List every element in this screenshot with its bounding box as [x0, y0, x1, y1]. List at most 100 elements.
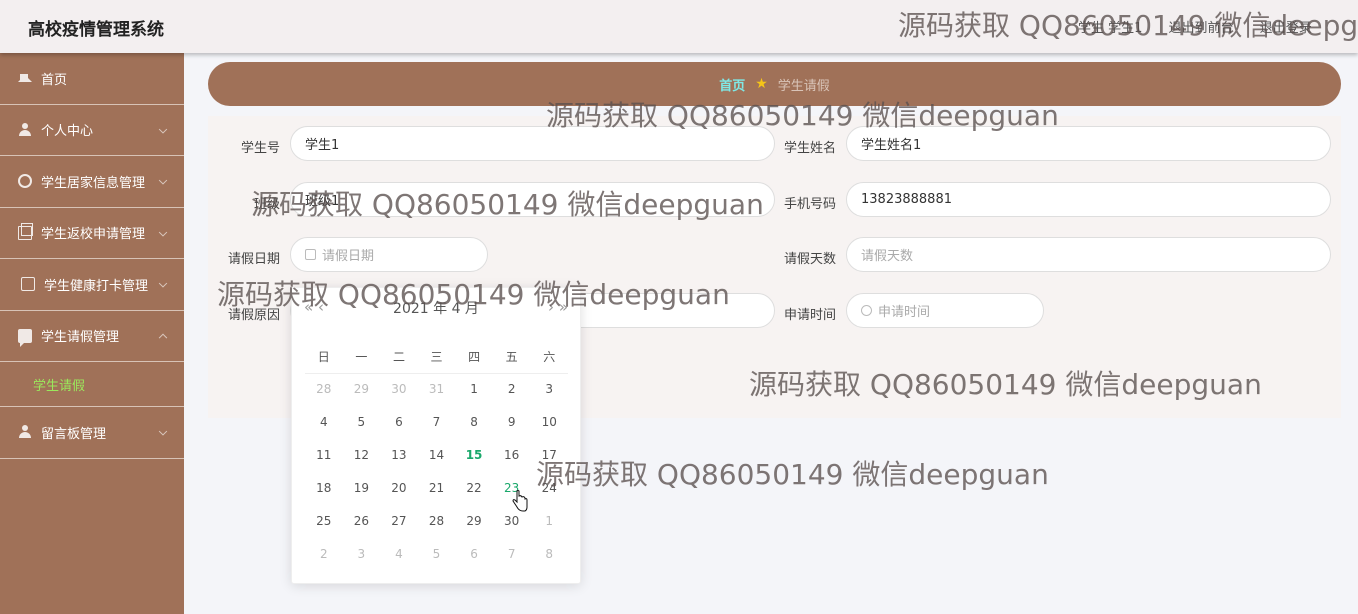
day-cell[interactable]: 1 — [530, 512, 568, 545]
day-cell[interactable]: 3 — [343, 545, 381, 578]
date-picker-title: 2021 年 4 月 — [393, 301, 479, 317]
logout-link[interactable]: 退出登录 — [1260, 21, 1312, 36]
day-cell[interactable]: 28 — [305, 380, 343, 413]
chevron-up-icon — [158, 333, 168, 342]
hand-cursor-icon — [512, 490, 528, 512]
day-cell[interactable]: 16 — [493, 446, 531, 479]
weekday-label: 二 — [392, 350, 405, 364]
breadcrumb-home[interactable]: 首页 — [719, 75, 745, 94]
user-icon — [18, 122, 32, 137]
breadcrumb-current: 学生请假 — [777, 78, 830, 94]
sidebar-item-label: 学生居家信息管理 — [41, 175, 146, 191]
day-cell[interactable]: 19 — [343, 479, 381, 512]
apply-time-placeholder: 申请时间 — [878, 305, 931, 320]
day-cell[interactable]: 8 — [530, 545, 568, 578]
day-cell[interactable]: 6 — [380, 413, 418, 446]
day-cell[interactable]: 18 — [305, 479, 343, 512]
day-cell[interactable]: 25 — [305, 512, 343, 545]
day-cell[interactable]: 29 — [455, 512, 493, 545]
student-no-input[interactable]: 学生1 — [290, 126, 775, 161]
day-cell-today[interactable]: 15 — [455, 446, 493, 479]
sidebar-item-message-board[interactable]: 留言板管理 — [0, 407, 184, 459]
chevron-down-icon — [158, 176, 168, 185]
sidebar-subitem-student-leave[interactable]: 学生请假 — [0, 362, 184, 407]
sidebar-item-home[interactable]: 首页 — [0, 53, 184, 105]
day-cell[interactable]: 1 — [455, 380, 493, 413]
day-grid: 28 29 30 31 1 2 3 4 5 6 7 8 9 10 11 12 13 14 15 16 17 18 19 20 2… — [305, 380, 568, 578]
phone-input[interactable]: 13823888881 — [846, 182, 1331, 217]
apply-time-input[interactable]: 申请时间 — [846, 293, 1044, 328]
day-cell[interactable]: 12 — [343, 446, 381, 479]
home-icon — [18, 68, 32, 83]
breadcrumb: 首页 ★ 学生请假 — [208, 62, 1341, 106]
star-icon: ★ — [755, 76, 768, 92]
sidebar-item-label: 学生请假管理 — [41, 330, 120, 346]
day-cell[interactable]: 10 — [530, 413, 568, 446]
day-cell[interactable]: 26 — [343, 512, 381, 545]
app-title: 高校疫情管理系统 — [28, 20, 164, 40]
day-cell[interactable]: 5 — [418, 545, 456, 578]
day-cell[interactable]: 7 — [418, 413, 456, 446]
sidebar-item-personal[interactable]: 个人中心 — [0, 105, 184, 156]
chevron-down-icon — [158, 279, 168, 288]
day-cell[interactable]: 20 — [380, 479, 418, 512]
weekday-label: 六 — [543, 350, 556, 364]
date-picker: « ‹ 2021 年 4 月 › » 日一二三四五六 28 29 30 31 1 2 3 4 5… — [291, 287, 581, 584]
sidebar-item-leave[interactable]: 学生请假管理 — [0, 311, 184, 362]
ring-icon — [18, 174, 32, 189]
sidebar-item-return-apply[interactable]: 学生返校申请管理 — [0, 208, 184, 259]
sidebar-item-label: 学生返校申请管理 — [41, 227, 146, 243]
date-picker-header: « ‹ 2021 年 4 月 › » — [292, 298, 580, 320]
chevron-down-icon — [158, 124, 168, 134]
front-link[interactable]: 退出到前台 — [1169, 21, 1234, 36]
next-month-year-button[interactable]: › » — [548, 298, 568, 316]
phone-icon — [21, 277, 35, 292]
day-cell[interactable]: 24 — [530, 479, 568, 512]
leave-days-label: 请假天数 — [783, 252, 836, 267]
leave-reason-label: 请假原因 — [227, 308, 280, 323]
day-cell[interactable]: 30 — [380, 380, 418, 413]
day-cell[interactable]: 31 — [418, 380, 456, 413]
sidebar-item-health-checkin[interactable]: 学生健康打卡管理 — [0, 259, 184, 311]
day-cell[interactable]: 30 — [493, 512, 531, 545]
day-cell[interactable]: 22 — [455, 479, 493, 512]
sidebar-item-home-info[interactable]: 学生居家信息管理 — [0, 156, 184, 208]
day-cell[interactable]: 3 — [530, 380, 568, 413]
chevron-down-icon — [158, 227, 168, 237]
chevron-down-icon — [158, 427, 168, 436]
day-cell[interactable]: 11 — [305, 446, 343, 479]
apply-time-label: 申请时间 — [783, 308, 836, 323]
day-cell[interactable]: 5 — [343, 413, 381, 446]
student-no-label: 学生号 — [240, 141, 280, 156]
day-cell[interactable]: 9 — [493, 413, 531, 446]
day-cell[interactable]: 29 — [343, 380, 381, 413]
day-cell[interactable]: 6 — [455, 545, 493, 578]
day-cell[interactable]: 7 — [493, 545, 531, 578]
sidebar-item-label: 留言板管理 — [41, 426, 107, 442]
day-cell[interactable]: 13 — [380, 446, 418, 479]
day-cell[interactable]: 8 — [455, 413, 493, 446]
day-cell[interactable]: 21 — [418, 479, 456, 512]
day-cell[interactable]: 27 — [380, 512, 418, 545]
day-cell[interactable]: 4 — [305, 413, 343, 446]
day-cell[interactable]: 17 — [530, 446, 568, 479]
phone-label: 手机号码 — [783, 197, 836, 212]
day-cell[interactable]: 2 — [493, 380, 531, 413]
sidebar-item-label: 个人中心 — [41, 124, 94, 140]
leave-days-input[interactable]: 请假天数 — [846, 237, 1331, 272]
sidebar-item-label: 首页 — [41, 72, 68, 88]
day-cell[interactable]: 14 — [418, 446, 456, 479]
day-cell[interactable]: 28 — [418, 512, 456, 545]
weekday-header: 日一二三四五六 — [305, 348, 568, 374]
class-input[interactable]: 班级1 — [290, 182, 775, 217]
watermark: 源码获取 QQ86050149 微信deepguan — [536, 458, 1049, 491]
student-name-input[interactable]: 学生姓名1 — [846, 126, 1331, 161]
document-icon — [18, 222, 33, 240]
clock-icon — [861, 305, 872, 316]
weekday-label: 五 — [505, 350, 518, 364]
day-cell[interactable]: 4 — [380, 545, 418, 578]
leave-date-input[interactable]: 请假日期 — [290, 237, 488, 272]
day-cell[interactable]: 2 — [305, 545, 343, 578]
sidebar: 首页 个人中心 学生居家信息管理 学生返校申请管理 学生健康打卡管理 学生请假管… — [0, 53, 184, 614]
calendar-icon — [305, 249, 316, 260]
